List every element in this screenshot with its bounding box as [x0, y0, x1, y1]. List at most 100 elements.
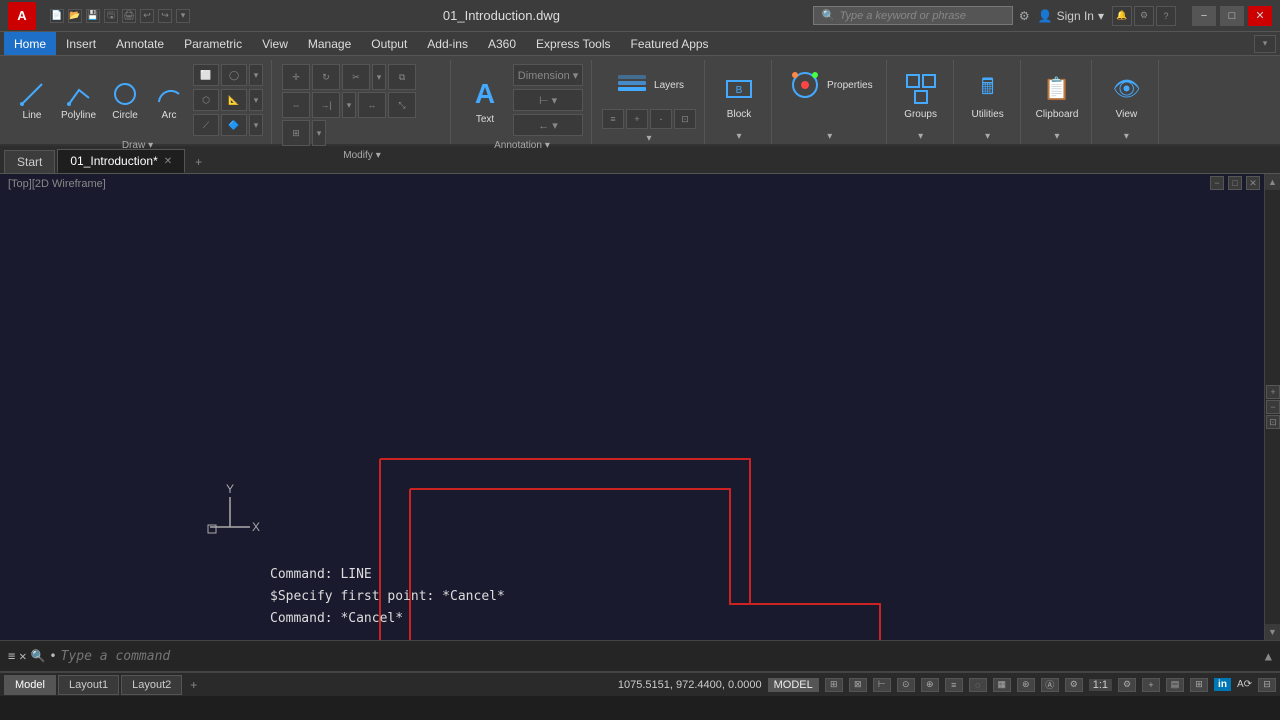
- scroll-up-button[interactable]: ▲: [1265, 174, 1280, 190]
- draw-extra-dropdown[interactable]: ▾: [249, 64, 263, 86]
- layout-tab-layout2[interactable]: Layout2: [121, 675, 182, 695]
- ribbon-toggle[interactable]: ▾: [1254, 35, 1276, 53]
- layer-extra3[interactable]: -: [650, 109, 672, 129]
- polar-toggle[interactable]: ⊙: [897, 678, 915, 692]
- snap-toggle[interactable]: ⊠: [849, 678, 867, 692]
- tab-introduction[interactable]: 01_Introduction* ✕: [57, 149, 185, 173]
- transparency-toggle[interactable]: ◌: [969, 678, 987, 692]
- ortho-toggle[interactable]: ⊢: [873, 678, 891, 692]
- tool-groups[interactable]: Groups: [897, 68, 945, 123]
- menu-view[interactable]: View: [252, 32, 298, 55]
- annot-extra2[interactable]: ← ▾: [513, 114, 583, 136]
- status-extra[interactable]: ⊟: [1258, 678, 1276, 692]
- tab-close-icon[interactable]: ✕: [164, 156, 172, 167]
- utilities-expand-icon[interactable]: ▾: [985, 131, 990, 142]
- mod-move[interactable]: ✛: [282, 64, 310, 90]
- qat-more[interactable]: ▾: [176, 9, 190, 23]
- annotation-expand-icon[interactable]: ▾: [545, 140, 550, 151]
- tool-arc[interactable]: Arc: [149, 77, 189, 124]
- tool-polyline[interactable]: Polyline: [56, 77, 101, 124]
- cmd-expand-icon[interactable]: ▲: [1265, 649, 1272, 663]
- mod-rotate[interactable]: ↻: [312, 64, 340, 90]
- minimize-button[interactable]: −: [1192, 6, 1216, 26]
- viewport-close[interactable]: ✕: [1246, 176, 1260, 190]
- qat-new[interactable]: 📄: [50, 9, 64, 23]
- cmd-lock-icon[interactable]: ≡: [8, 649, 15, 663]
- draw-extra-2[interactable]: ◯: [221, 64, 247, 86]
- nav-zoom-in[interactable]: +: [1266, 385, 1280, 399]
- qat-save-as[interactable]: 🖫: [104, 9, 118, 23]
- annotation-toggle[interactable]: Ⓐ: [1041, 678, 1059, 692]
- cmd-close-icon[interactable]: ✕: [19, 649, 26, 663]
- view-expand-icon[interactable]: ▾: [1124, 131, 1129, 142]
- annot-extra1[interactable]: ⊢ ▾: [513, 89, 583, 111]
- draw-extra-4[interactable]: 📐: [221, 89, 247, 111]
- viewport-minimize[interactable]: −: [1210, 176, 1224, 190]
- mod-scale[interactable]: ⤡: [388, 92, 416, 118]
- mod-extra1[interactable]: ▾: [372, 64, 386, 90]
- draw-extra-dropdown3[interactable]: ▾: [249, 114, 263, 136]
- layers-expand-icon[interactable]: ▾: [647, 133, 652, 144]
- clipboard-expand-icon[interactable]: ▾: [1055, 131, 1060, 142]
- draw-extra-dropdown2[interactable]: ▾: [249, 89, 263, 111]
- scrollbar-vertical[interactable]: ▲ ▼ + − ⊡: [1264, 174, 1280, 640]
- mod-stretch[interactable]: ↔: [358, 92, 386, 118]
- search-options-icon[interactable]: ⚙: [1019, 9, 1030, 23]
- gizmo-toggle[interactable]: ⊛: [1017, 678, 1035, 692]
- layout-options[interactable]: ▤: [1166, 678, 1184, 692]
- select-toggle[interactable]: ▦: [993, 678, 1011, 692]
- command-input[interactable]: [61, 649, 1261, 664]
- signin-dropdown[interactable]: ▾: [1098, 9, 1104, 23]
- properties-expand-icon[interactable]: ▾: [827, 131, 832, 142]
- maximize-button[interactable]: □: [1220, 6, 1244, 26]
- tool-view[interactable]: 👁 View: [1102, 68, 1150, 123]
- block-expand-icon[interactable]: ▾: [737, 131, 742, 142]
- tab-add-button[interactable]: +: [187, 151, 210, 173]
- qat-undo[interactable]: ↩: [140, 9, 154, 23]
- tool-layers[interactable]: Layers: [609, 64, 689, 106]
- modify-expand-icon[interactable]: ▾: [376, 150, 381, 161]
- draw-extra-6[interactable]: 🔷: [221, 114, 247, 136]
- menu-featured[interactable]: Featured Apps: [621, 32, 719, 55]
- menu-annotate[interactable]: Annotate: [106, 32, 174, 55]
- tab-start[interactable]: Start: [4, 150, 55, 173]
- nav-zoom-out[interactable]: −: [1266, 400, 1280, 414]
- mod-extra2[interactable]: ▾: [342, 92, 356, 118]
- viewport-options[interactable]: ⊞: [1190, 678, 1208, 692]
- layout-add-button[interactable]: +: [184, 678, 203, 692]
- annot-linear[interactable]: Dimension ▾: [513, 64, 583, 86]
- menu-addins[interactable]: Add-ins: [417, 32, 478, 55]
- tool-properties[interactable]: Properties: [782, 64, 878, 106]
- settings-button[interactable]: ⚙: [1118, 678, 1136, 692]
- layout-tab-model[interactable]: Model: [4, 675, 56, 695]
- tool-text[interactable]: A Text: [461, 73, 509, 128]
- mod-array[interactable]: ⊞: [282, 120, 310, 146]
- tool-clipboard[interactable]: 📋 Clipboard: [1031, 68, 1084, 123]
- qat-print[interactable]: 🖨: [122, 9, 136, 23]
- layer-extra1[interactable]: ≡: [602, 109, 624, 129]
- tool-block[interactable]: B Block: [715, 68, 763, 123]
- sign-in-button[interactable]: 👤 Sign In ▾: [1038, 9, 1104, 23]
- info-icon[interactable]: 🔔: [1112, 6, 1132, 26]
- search-box[interactable]: 🔍 Type a keyword or phrase: [813, 6, 1013, 25]
- menu-home[interactable]: Home: [4, 32, 56, 55]
- help-icon[interactable]: ?: [1156, 6, 1176, 26]
- mod-trim[interactable]: ✂: [342, 64, 370, 90]
- tool-circle[interactable]: Circle: [105, 77, 145, 124]
- options-icon[interactable]: ⚙: [1134, 6, 1154, 26]
- autodesk-icon[interactable]: A⟳: [1237, 679, 1252, 690]
- draw-extra-3[interactable]: ⬡: [193, 89, 219, 111]
- scroll-down-button[interactable]: ▼: [1265, 624, 1280, 640]
- nav-zoom-fit[interactable]: ⊡: [1266, 415, 1280, 429]
- mod-extend[interactable]: →|: [312, 92, 340, 118]
- qat-open[interactable]: 📂: [68, 9, 82, 23]
- layer-extra2[interactable]: +: [626, 109, 648, 129]
- osnap-toggle[interactable]: ⊕: [921, 678, 939, 692]
- cmd-search-icon[interactable]: 🔍: [30, 649, 45, 663]
- menu-manage[interactable]: Manage: [298, 32, 361, 55]
- mod-extra3[interactable]: ▾: [312, 120, 326, 146]
- draw-extra-1[interactable]: ⬜: [193, 64, 219, 86]
- notification-button[interactable]: +: [1142, 678, 1160, 692]
- menu-express[interactable]: Express Tools: [526, 32, 620, 55]
- linkedin-icon[interactable]: in: [1214, 678, 1231, 691]
